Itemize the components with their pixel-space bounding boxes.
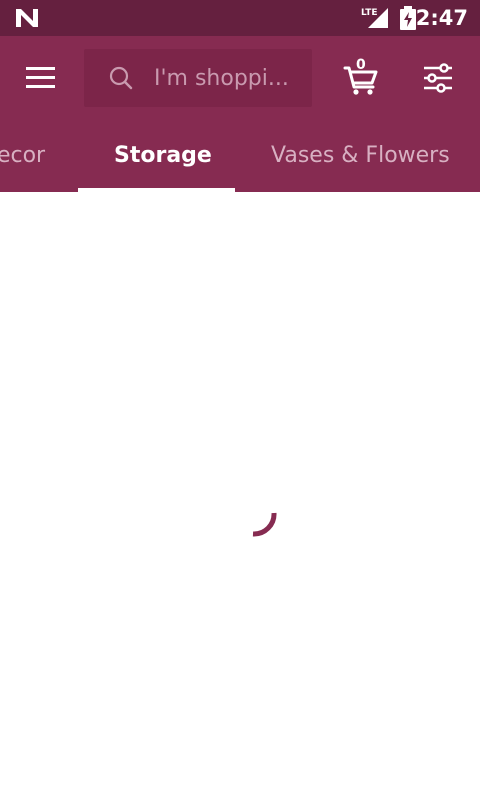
tab-decor[interactable]: Decor	[0, 120, 45, 192]
product-list-area	[0, 192, 480, 800]
menu-button[interactable]	[18, 58, 66, 98]
filter-button[interactable]	[416, 56, 460, 100]
search-icon	[109, 66, 133, 90]
hamburger-menu-icon	[26, 67, 55, 88]
status-bar: LTE 2:47	[0, 0, 480, 36]
network-type: LTE	[361, 8, 378, 18]
lte-signal-icon: LTE	[361, 8, 388, 28]
search-box[interactable]	[84, 49, 312, 107]
tab-storage[interactable]: Storage	[114, 120, 212, 192]
tab-vases-flowers[interactable]: Vases & Flowers	[271, 120, 450, 192]
android-n-logo-icon	[16, 9, 38, 27]
filter-sliders-icon	[424, 63, 452, 93]
category-tabs: Decor Storage Vases & Flowers	[0, 120, 480, 192]
status-clock: 2:47	[415, 6, 468, 30]
cart-button[interactable]: 0	[338, 54, 384, 100]
loading-spinner-icon	[252, 512, 277, 537]
cart-count-badge: 0	[356, 57, 366, 73]
search-input[interactable]	[154, 61, 304, 95]
battery-charging-icon	[400, 6, 416, 30]
app-toolbar: 0	[0, 36, 480, 120]
